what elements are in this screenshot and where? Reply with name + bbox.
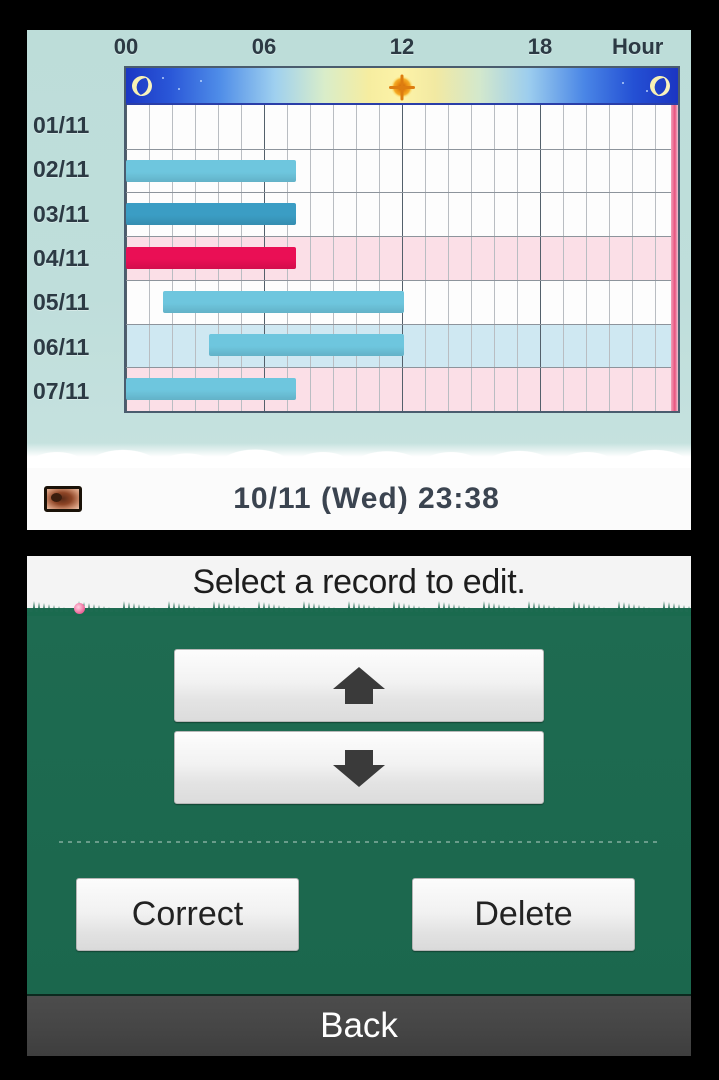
section-divider [59, 841, 659, 843]
grid-line-vertical [609, 105, 610, 411]
grid-line-horizontal [126, 148, 678, 150]
back-button[interactable]: Back [27, 994, 691, 1056]
grid-line-vertical [448, 105, 449, 411]
sleep-bar[interactable] [126, 159, 297, 182]
day-row-label: 01/11 [33, 112, 90, 139]
grid-line-horizontal [126, 236, 678, 238]
grid-line-vertical [425, 105, 426, 411]
correct-button[interactable]: Correct [76, 878, 299, 951]
grid-line-vertical [494, 105, 495, 411]
grid-line-horizontal [126, 323, 678, 325]
scroll-down-button[interactable] [174, 731, 544, 804]
arrow-up-icon [333, 666, 385, 704]
sleep-bar[interactable] [126, 203, 297, 226]
chart-plot-frame [124, 66, 680, 413]
day-night-band [126, 68, 678, 105]
sleep-chart: 00 06 12 18 Hour 01/11 02/11 03/11 04/11 05/11 06… [27, 30, 691, 470]
star-icon [162, 77, 164, 79]
arrow-down-icon [333, 749, 385, 787]
grid-line-vertical [655, 105, 656, 411]
grid-line-vertical [563, 105, 564, 411]
bottom-screen: Select a record to edit. Correct Delete … [27, 556, 691, 1056]
hour-tick-label: 18 [527, 34, 553, 59]
dual-screen-device: 00 06 12 18 Hour 01/11 02/11 03/11 04/11 05/11 06… [0, 0, 719, 1080]
grass-decoration [27, 600, 691, 617]
moon-icon [647, 73, 673, 99]
sleep-bar[interactable] [126, 378, 297, 401]
grid-line-horizontal [126, 192, 678, 194]
sleep-bar-selected[interactable] [126, 247, 297, 269]
hour-tick-label: 12 [389, 34, 415, 59]
scroll-up-button[interactable] [174, 649, 544, 722]
grid-line-vertical [517, 105, 518, 411]
hour-axis-labels: 00 06 12 18 Hour [27, 34, 691, 64]
prompt-text: Select a record to edit. [192, 562, 526, 601]
hour-axis-title: Hour [612, 34, 664, 59]
current-time-marker [671, 105, 678, 411]
star-icon [200, 80, 202, 82]
day-row-label: 02/11 [33, 156, 90, 183]
grid-line-vertical [632, 105, 633, 411]
top-screen: 00 06 12 18 Hour 01/11 02/11 03/11 04/11 05/11 06… [27, 30, 691, 530]
day-row-label: 07/11 [33, 377, 90, 404]
grid-line-vertical [310, 105, 311, 411]
day-row-label: 06/11 [33, 333, 90, 360]
sleep-bar[interactable] [162, 290, 405, 313]
grid-line-horizontal [126, 279, 678, 281]
day-row-label: 05/11 [33, 289, 90, 316]
cloud-decoration [27, 410, 691, 470]
hour-tick-label: 00 [113, 34, 139, 59]
grid-line-vertical [402, 105, 403, 411]
grid-line-vertical [333, 105, 334, 411]
star-icon [646, 90, 648, 92]
flower-icon [74, 603, 85, 614]
delete-button[interactable]: Delete [412, 878, 635, 951]
grid-line-horizontal [126, 367, 678, 369]
chart-plot-area [126, 105, 678, 411]
moon-icon [129, 73, 155, 99]
day-row-label: 04/11 [33, 245, 90, 271]
back-label: Back [320, 1006, 398, 1045]
day-row-label: 03/11 [33, 200, 90, 227]
star-icon [622, 82, 624, 84]
sun-icon [389, 76, 415, 98]
grid-line-vertical [586, 105, 587, 411]
star-icon [178, 88, 180, 90]
grid-line-vertical [471, 105, 472, 411]
grid-line-vertical [540, 105, 541, 411]
sleep-bar[interactable] [208, 334, 405, 357]
chart-footer: 10/11 (Wed) 23:38 [27, 468, 691, 530]
grid-line-vertical [379, 105, 380, 411]
current-datetime: 10/11 (Wed) 23:38 [233, 482, 500, 515]
grid-line-vertical [356, 105, 357, 411]
bed-icon [44, 486, 82, 512]
control-panel: Correct Delete [27, 616, 691, 994]
hour-tick-label: 06 [251, 34, 277, 59]
